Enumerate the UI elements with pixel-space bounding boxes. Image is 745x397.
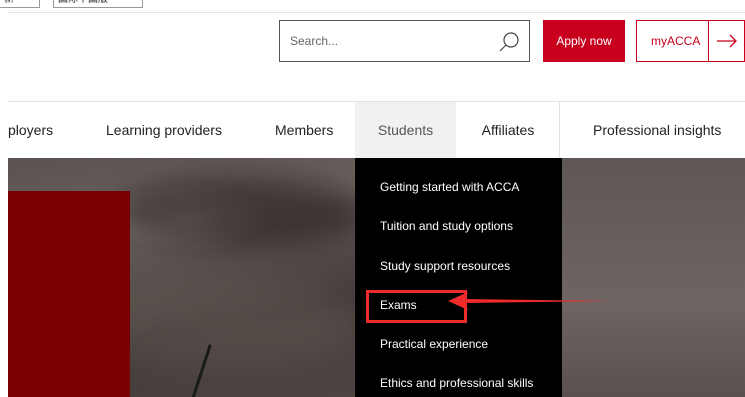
menu-item-tuition[interactable]: Tuition and study options [380, 219, 513, 233]
nav-item-label: Students [377, 122, 434, 138]
hero-right-area [561, 158, 745, 397]
top-tab-fragment[interactable]: 新 [0, 0, 40, 8]
menu-item-getting-started[interactable]: Getting started with ACCA [380, 180, 519, 194]
nav-item-affiliates[interactable]: Affiliates [456, 102, 560, 158]
search-button[interactable] [497, 30, 521, 54]
students-dropdown-menu: Getting started with ACCA Tuition and st… [355, 158, 562, 397]
apply-now-button[interactable]: Apply now [543, 20, 625, 62]
myacca-separator [708, 21, 709, 61]
arrow-right-icon [717, 34, 737, 48]
main-nav: ployers Learning providers Members Stude… [8, 102, 745, 158]
menu-item-practical-experience[interactable]: Practical experience [380, 337, 488, 351]
nav-item-professional-insights[interactable]: Professional insights [593, 102, 745, 158]
myacca-button[interactable]: myACCA [636, 20, 745, 62]
top-divider [8, 12, 745, 13]
nav-item-label: Affiliates [481, 122, 535, 138]
top-tab-fragment-2[interactable]: 国际中国版 [53, 0, 143, 8]
search-input[interactable] [290, 31, 490, 51]
top-toolbar-fragment: 新 国际中国版 [0, 0, 745, 12]
menu-item-study-support[interactable]: Study support resources [380, 259, 510, 273]
search-icon [499, 32, 519, 52]
nav-item-label: ployers [8, 122, 54, 138]
hero-shadow [118, 178, 368, 248]
pointer-arrow-icon [448, 292, 613, 310]
nav-item-learning-providers[interactable]: Learning providers [106, 102, 246, 158]
nav-item-employers[interactable]: ployers [8, 102, 78, 158]
nav-divider-line [559, 102, 560, 158]
nav-item-label: Learning providers [106, 122, 222, 138]
menu-item-ethics[interactable]: Ethics and professional skills [380, 376, 533, 390]
nav-item-members[interactable]: Members [275, 102, 355, 158]
nav-item-label: Professional insights [593, 122, 722, 138]
nav-item-students[interactable]: Students [355, 102, 456, 158]
hero-red-panel [8, 191, 130, 397]
myacca-label: myACCA [651, 34, 701, 48]
nav-item-label: Members [275, 122, 334, 138]
search-box [279, 20, 530, 62]
